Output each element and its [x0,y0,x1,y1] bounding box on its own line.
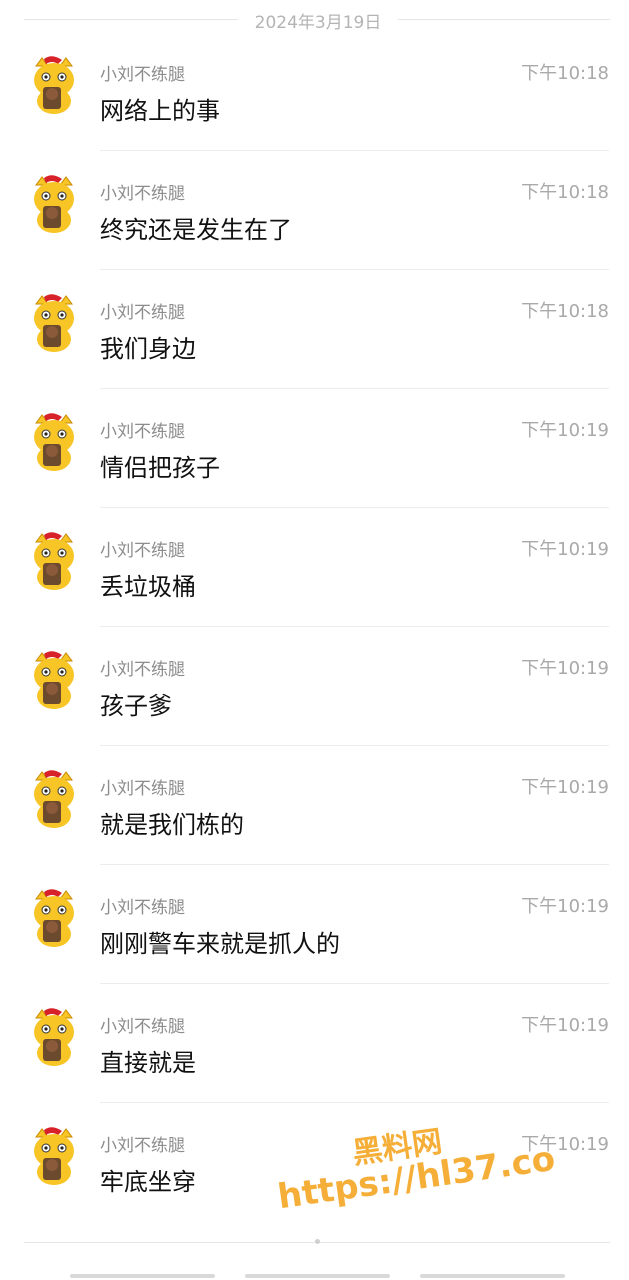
message-time: 下午10:19 [521,777,609,798]
avatar-icon[interactable] [30,1008,78,1066]
list-footer [0,1232,629,1280]
message-time: 下午10:19 [521,658,609,679]
message-text: 直接就是 [100,1049,196,1077]
bottom-bar-segment [70,1274,215,1278]
message-item[interactable]: 小刘不练腿 下午10:19 孩子爹 [0,627,629,746]
message-time: 下午10:19 [521,1015,609,1036]
message-time: 下午10:19 [521,1134,609,1155]
avatar-icon[interactable] [30,175,78,233]
message-item[interactable]: 小刘不练腿 下午10:19 直接就是 [0,984,629,1103]
message-text: 就是我们栋的 [100,811,244,839]
message-list: 小刘不练腿 下午10:18 网络上的事 小刘不练腿 下午10:18 终究还是发生… [0,32,629,1222]
message-text: 情侣把孩子 [100,454,220,482]
avatar-icon[interactable] [30,413,78,471]
message-sender: 小刘不练腿 [100,422,185,442]
message-time: 下午10:19 [521,420,609,441]
message-time: 下午10:19 [521,539,609,560]
page-indicator-dot [315,1239,320,1244]
date-divider-text: 2024年3月19日 [254,13,382,33]
message-text: 刚刚警车来就是抓人的 [100,930,340,958]
message-sender: 小刘不练腿 [100,898,185,918]
message-sender: 小刘不练腿 [100,184,185,204]
message-text: 我们身边 [100,335,196,363]
date-divider-line-right [398,19,610,20]
message-item[interactable]: 小刘不练腿 下午10:18 我们身边 [0,270,629,389]
message-text: 孩子爹 [100,692,172,720]
message-text: 终究还是发生在了 [100,216,292,244]
message-sender: 小刘不练腿 [100,1136,185,1156]
avatar-icon[interactable] [30,770,78,828]
message-item[interactable]: 小刘不练腿 下午10:19 就是我们栋的 [0,746,629,865]
message-sender: 小刘不练腿 [100,660,185,680]
bottom-bar-segment [420,1274,565,1278]
message-time: 下午10:18 [521,301,609,322]
message-text: 网络上的事 [100,97,220,125]
message-text: 丢垃圾桶 [100,573,196,601]
avatar-icon[interactable] [30,294,78,352]
message-sender: 小刘不练腿 [100,1017,185,1037]
message-item[interactable]: 小刘不练腿 下午10:18 终究还是发生在了 [0,151,629,270]
message-sender: 小刘不练腿 [100,303,185,323]
message-time: 下午10:19 [521,896,609,917]
avatar-icon[interactable] [30,532,78,590]
avatar-icon[interactable] [30,651,78,709]
message-item[interactable]: 小刘不练腿 下午10:19 丢垃圾桶 [0,508,629,627]
message-sender: 小刘不练腿 [100,779,185,799]
bottom-bar-segment [245,1274,390,1278]
message-item[interactable]: 小刘不练腿 下午10:19 牢底坐穿 [0,1103,629,1222]
message-item[interactable]: 小刘不练腿 下午10:19 情侣把孩子 [0,389,629,508]
message-item[interactable]: 小刘不练腿 下午10:19 刚刚警车来就是抓人的 [0,865,629,984]
message-sender: 小刘不练腿 [100,65,185,85]
message-time: 下午10:18 [521,182,609,203]
avatar-icon[interactable] [30,889,78,947]
avatar-icon[interactable] [30,1127,78,1185]
message-item[interactable]: 小刘不练腿 下午10:18 网络上的事 [0,32,629,151]
avatar-icon[interactable] [30,56,78,114]
message-time: 下午10:18 [521,63,609,84]
message-text: 牢底坐穿 [100,1168,196,1196]
message-sender: 小刘不练腿 [100,541,185,561]
date-divider-line-left [24,19,238,20]
